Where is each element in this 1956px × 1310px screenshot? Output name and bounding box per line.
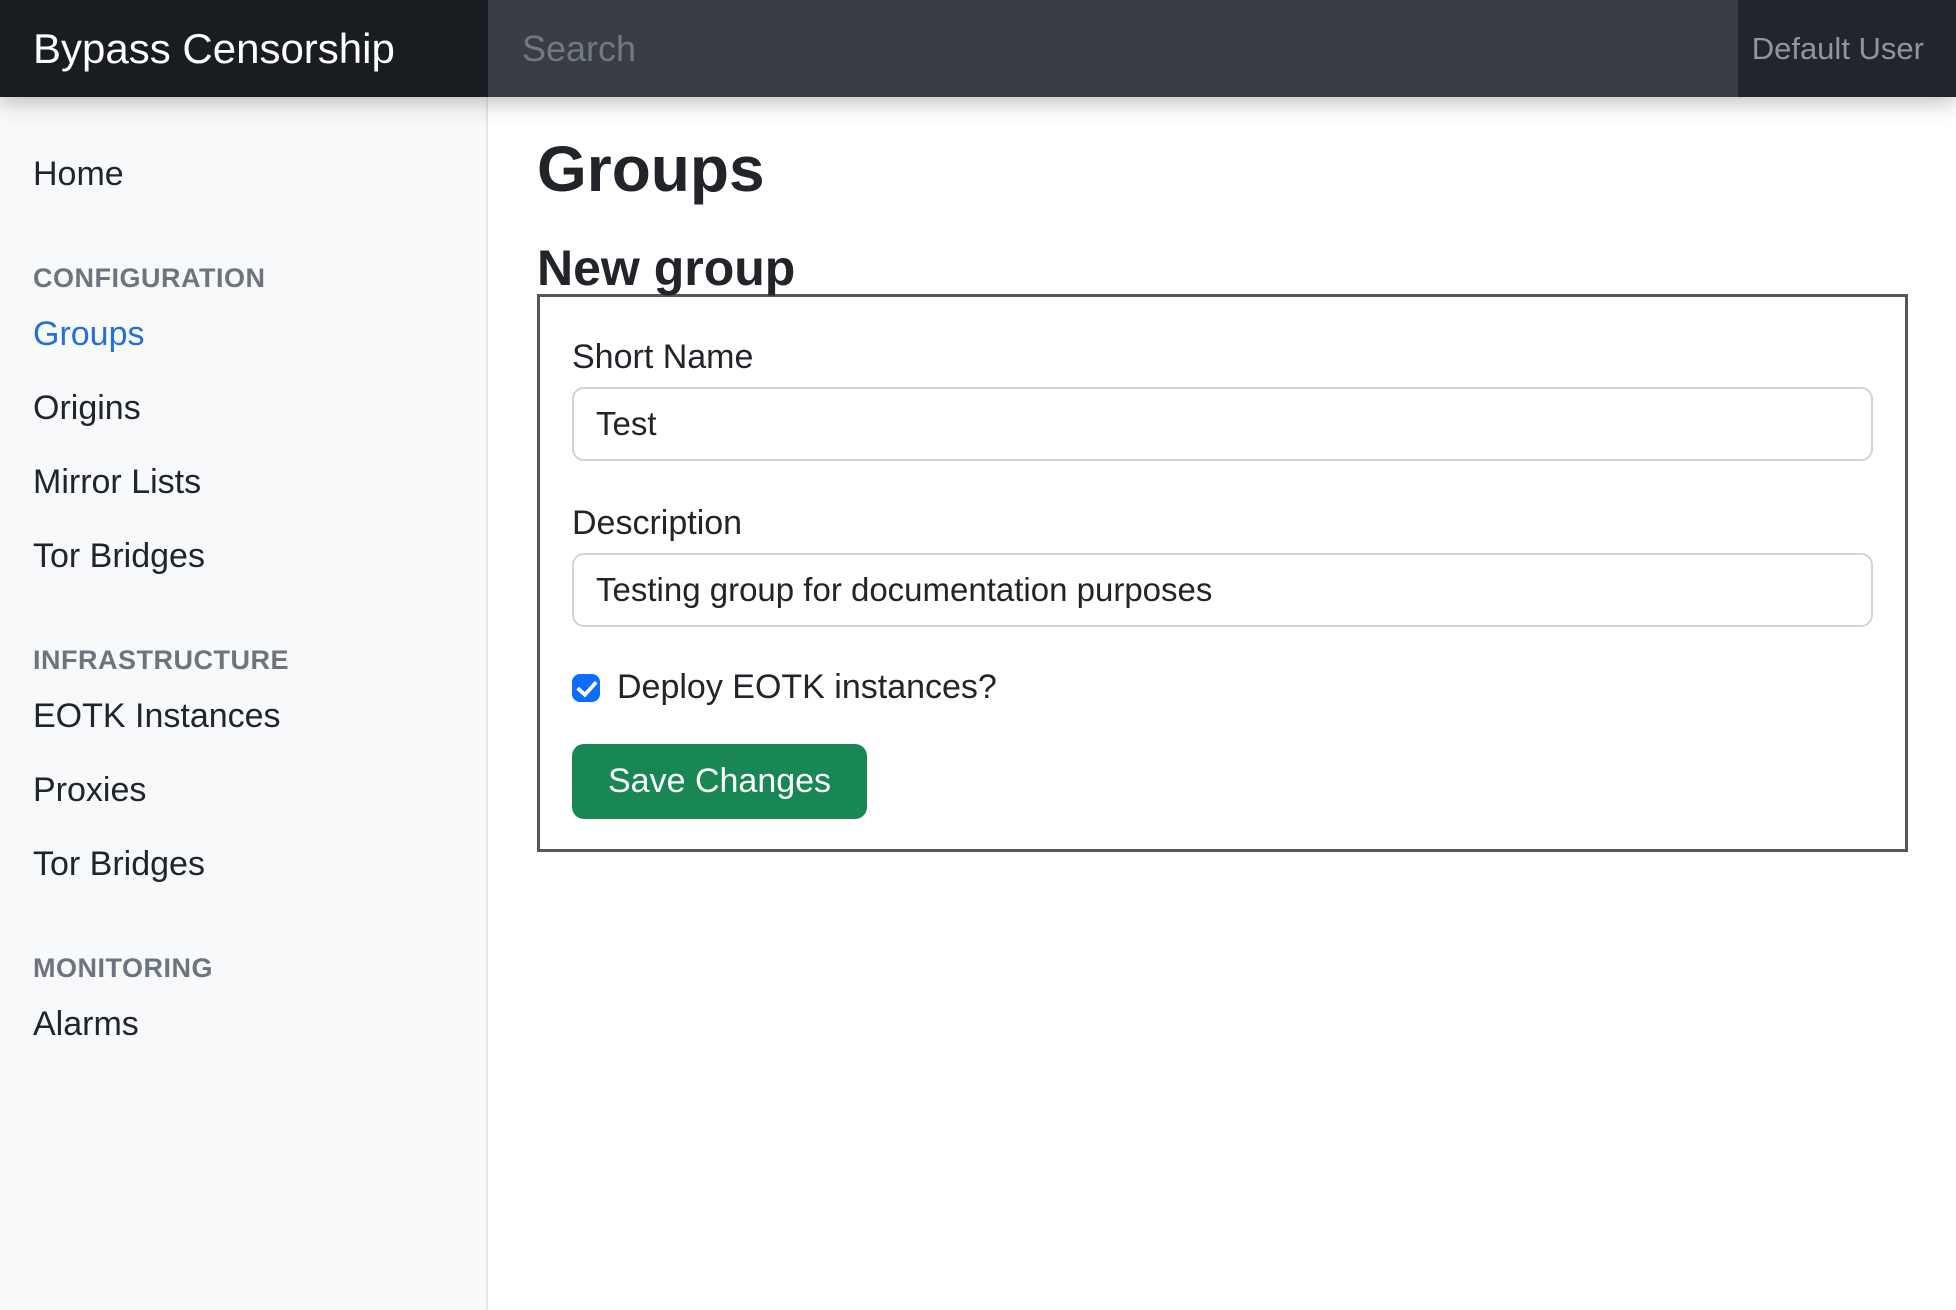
sidebar-item-tor-bridges-infra[interactable]: Tor Bridges — [0, 827, 486, 901]
sidebar-item-home[interactable]: Home — [0, 137, 486, 211]
sidebar-item-mirror-lists[interactable]: Mirror Lists — [0, 445, 486, 519]
sidebar-nav-list: Home CONFIGURATION Groups Origins Mirror… — [0, 137, 486, 1061]
page-layout: Home CONFIGURATION Groups Origins Mirror… — [0, 97, 1956, 1310]
search-input[interactable] — [488, 0, 1738, 97]
new-group-form: Short Name Description Deploy EOTK insta… — [537, 294, 1908, 852]
sidebar-section-monitoring: MONITORING — [0, 949, 486, 987]
user-menu[interactable]: Default User — [1738, 0, 1956, 97]
deploy-eotk-row: Deploy EOTK instances? — [572, 667, 1873, 708]
app-brand[interactable]: Bypass Censorship — [0, 0, 488, 97]
deploy-eotk-label[interactable]: Deploy EOTK instances? — [617, 667, 997, 708]
sidebar-section-infrastructure: INFRASTRUCTURE — [0, 641, 486, 679]
sidebar-item-groups[interactable]: Groups — [0, 297, 486, 371]
sidebar-item-eotk-instances[interactable]: EOTK Instances — [0, 679, 486, 753]
sidebar-item-proxies[interactable]: Proxies — [0, 753, 486, 827]
description-input[interactable] — [572, 553, 1873, 627]
top-navbar: Bypass Censorship Default User — [0, 0, 1956, 97]
short-name-group: Short Name — [572, 339, 1873, 461]
sidebar: Home CONFIGURATION Groups Origins Mirror… — [0, 97, 488, 1310]
section-title: New group — [537, 242, 1908, 294]
sidebar-item-alarms[interactable]: Alarms — [0, 987, 486, 1061]
sidebar-item-origins[interactable]: Origins — [0, 371, 486, 445]
description-group: Description — [572, 505, 1873, 627]
save-changes-button[interactable]: Save Changes — [572, 744, 867, 819]
main-content: Groups New group Short Name Description … — [488, 97, 1956, 1310]
short-name-label: Short Name — [572, 339, 1873, 375]
short-name-input[interactable] — [572, 387, 1873, 461]
sidebar-item-tor-bridges-config[interactable]: Tor Bridges — [0, 519, 486, 593]
navbar-search-section — [488, 0, 1738, 97]
sidebar-section-configuration: CONFIGURATION — [0, 259, 486, 297]
page-title: Groups — [537, 131, 1908, 208]
description-label: Description — [572, 505, 1873, 541]
deploy-eotk-checkbox[interactable] — [572, 674, 600, 702]
